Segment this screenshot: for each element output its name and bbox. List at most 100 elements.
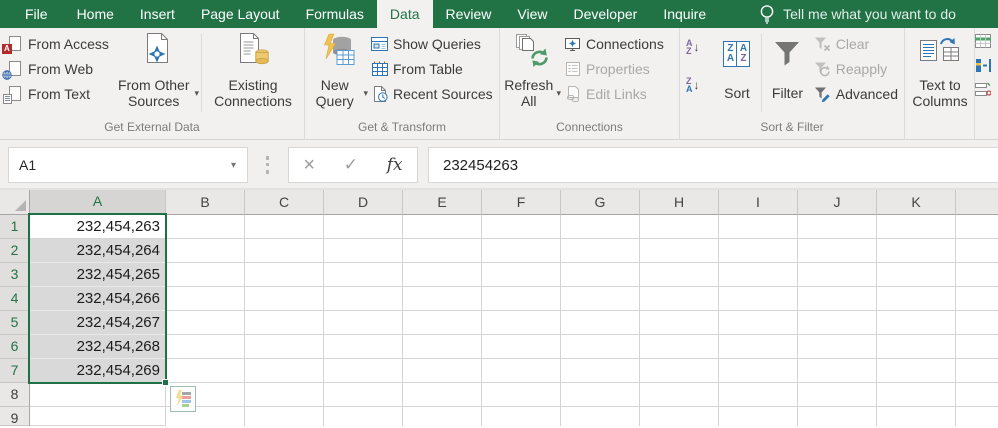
tab-review[interactable]: Review <box>433 0 505 28</box>
new-query-icon <box>320 33 356 69</box>
connections-label: Connections <box>586 36 664 52</box>
edit-links-label: Edit Links <box>586 86 647 102</box>
refresh-all-label: Refresh All <box>503 77 554 109</box>
show-queries-label: Show Queries <box>393 36 481 52</box>
quick-analysis-button[interactable] <box>170 386 196 412</box>
ribbon-clipped-buttons <box>975 28 992 139</box>
column-header-j[interactable]: J <box>798 190 877 215</box>
cancel-icon[interactable]: × <box>303 156 315 174</box>
tab-file[interactable]: File <box>9 0 64 28</box>
ribbon-tab-bar: File Home Insert Page Layout Formulas Da… <box>0 0 998 28</box>
cell-a8[interactable] <box>30 383 166 407</box>
sort-descending-button[interactable]: ZA↓ <box>683 69 715 101</box>
show-queries-button[interactable]: Show Queries <box>368 31 498 56</box>
properties-button[interactable]: Properties <box>561 56 669 81</box>
tab-home[interactable]: Home <box>64 0 127 28</box>
column-header-c[interactable]: C <box>245 190 324 215</box>
row-header-6[interactable]: 6 <box>0 335 30 359</box>
row-header-7[interactable]: 7 <box>0 359 30 383</box>
row-header-1[interactable]: 1 <box>0 215 30 239</box>
new-query-button[interactable]: New Query▾ <box>308 30 368 120</box>
insert-function-icon[interactable]: fx <box>387 155 403 175</box>
refresh-all-button[interactable]: Refresh All▾ <box>503 30 561 120</box>
column-header-e[interactable]: E <box>403 190 482 215</box>
empty-cells-area[interactable] <box>166 215 998 426</box>
column-headers: A B C D E F G H I J K <box>30 190 998 215</box>
tab-inquire[interactable]: Inquire <box>650 0 719 28</box>
advanced-filter-button[interactable]: Advanced <box>811 81 903 106</box>
from-web-button[interactable]: From Web <box>3 56 115 81</box>
existing-connections-button[interactable]: Existing Connections <box>204 30 302 120</box>
connections-button[interactable]: Connections <box>561 31 669 56</box>
row-header-3[interactable]: 3 <box>0 263 30 287</box>
row-header-2[interactable]: 2 <box>0 239 30 263</box>
sort-ascending-button[interactable]: AZ↓ <box>683 31 715 63</box>
cell-a4[interactable]: 232,454,266 <box>30 287 166 311</box>
column-header-g[interactable]: G <box>561 190 640 215</box>
column-header-f[interactable]: F <box>482 190 561 215</box>
name-box[interactable]: A1 ▾ <box>8 147 248 183</box>
row-header-4[interactable]: 4 <box>0 287 30 311</box>
cell-a9[interactable] <box>30 407 166 426</box>
advanced-filter-icon <box>814 85 831 102</box>
column-header-i[interactable]: I <box>719 190 798 215</box>
formula-input[interactable]: 232454263 <box>428 147 998 183</box>
filter-button[interactable]: Filter <box>764 30 811 120</box>
group-label-data-tools <box>905 120 974 139</box>
column-header-d[interactable]: D <box>324 190 403 215</box>
column-header-b[interactable]: B <box>166 190 245 215</box>
row-header-8[interactable]: 8 <box>0 383 30 407</box>
column-header-l-clipped[interactable] <box>956 190 998 215</box>
edit-links-button[interactable]: Edit Links <box>561 81 669 106</box>
group-label-get-transform: Get & Transform <box>305 120 499 139</box>
from-other-sources-button[interactable]: From Other Sources▾ <box>115 30 199 120</box>
cell-a6[interactable]: 232,454,268 <box>30 335 166 359</box>
column-header-k[interactable]: K <box>877 190 956 215</box>
ribbon-group-connections: Refresh All▾ Con <box>500 28 680 139</box>
tab-data[interactable]: Data <box>377 0 433 28</box>
data-validation-icon[interactable] <box>975 82 992 97</box>
refresh-all-icon <box>514 33 550 69</box>
cell-a7[interactable]: 232,454,269 <box>30 359 166 383</box>
ribbon-group-get-external-data: A From Access <box>0 28 305 139</box>
cell-a5[interactable]: 232,454,267 <box>30 311 166 335</box>
connections-icon <box>564 35 581 52</box>
recent-sources-button[interactable]: Recent Sources <box>368 81 498 106</box>
from-table-button[interactable]: From Table <box>368 56 498 81</box>
reapply-filter-label: Reapply <box>836 61 887 77</box>
column-header-a[interactable]: A <box>30 190 166 215</box>
text-to-columns-icon <box>919 33 961 69</box>
clear-filter-button[interactable]: Clear <box>811 31 903 56</box>
tab-developer[interactable]: Developer <box>561 0 651 28</box>
tab-page-layout[interactable]: Page Layout <box>188 0 293 28</box>
reapply-filter-button[interactable]: Reapply <box>811 56 903 81</box>
cell-a1[interactable]: 232,454,263 <box>30 215 166 239</box>
tab-insert[interactable]: Insert <box>127 0 188 28</box>
group-inner-divider <box>201 34 202 112</box>
formula-value: 232454263 <box>443 157 518 174</box>
text-to-columns-button[interactable]: Text to Columns <box>908 30 972 120</box>
name-box-caret-icon[interactable]: ▾ <box>231 160 247 171</box>
sort-button[interactable]: ZA AZ Sort <box>715 30 760 120</box>
select-all-corner[interactable] <box>0 190 30 215</box>
flash-fill-icon[interactable] <box>975 34 992 49</box>
cell-a2[interactable]: 232,454,264 <box>30 239 166 263</box>
from-access-button[interactable]: A From Access <box>3 31 115 56</box>
column-header-h[interactable]: H <box>640 190 719 215</box>
enter-icon[interactable]: ✓ <box>344 155 358 175</box>
tell-me-box[interactable]: Tell me what you want to do <box>759 0 956 28</box>
remove-duplicates-icon[interactable] <box>975 58 992 73</box>
edit-links-icon <box>564 85 581 102</box>
filter-label: Filter <box>772 85 803 101</box>
from-table-label: From Table <box>393 61 463 77</box>
tab-formulas[interactable]: Formulas <box>293 0 377 28</box>
from-text-button[interactable]: From Text <box>3 81 115 106</box>
row-header-5[interactable]: 5 <box>0 311 30 335</box>
group-inner-divider <box>761 34 762 112</box>
tab-view[interactable]: View <box>504 0 560 28</box>
row-header-9[interactable]: 9 <box>0 407 30 426</box>
from-other-sources-icon <box>141 33 173 69</box>
formula-bar-drag-handle[interactable] <box>266 156 269 174</box>
cell-a3[interactable]: 232,454,265 <box>30 263 166 287</box>
column-a-cells: 232,454,263 232,454,264 232,454,265 232,… <box>30 215 166 426</box>
